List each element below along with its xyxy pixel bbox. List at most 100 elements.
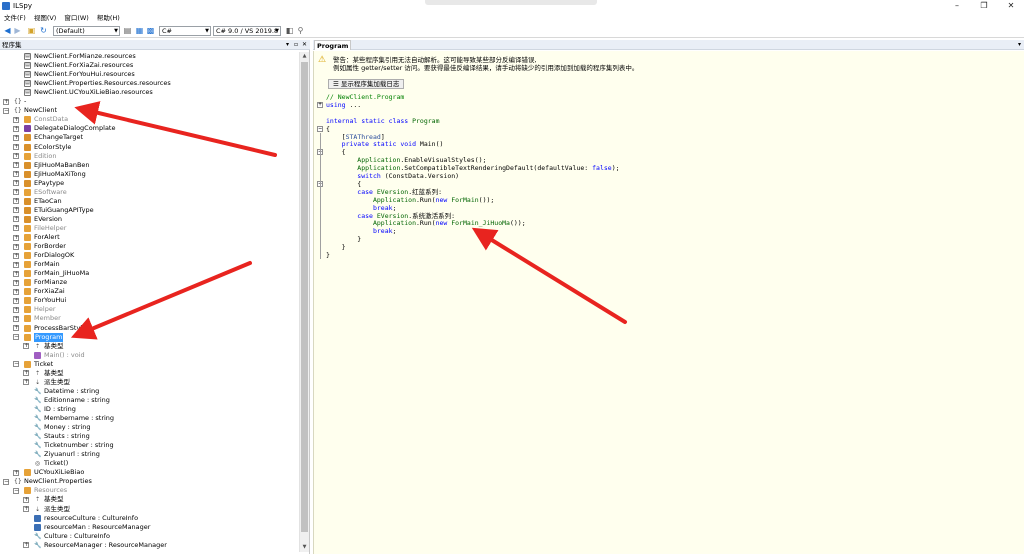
code-text[interactable]: // NewClient.Program using ... internal st…: [314, 93, 1024, 533]
expand-icon[interactable]: +: [3, 98, 9, 105]
show-internal-icon[interactable]: ▦: [135, 26, 144, 35]
tree-node[interactable]: ▤ NewClient.ForYouHui.resources: [0, 70, 299, 79]
collapse-icon[interactable]: −: [3, 107, 9, 114]
expand-icon[interactable]: +: [13, 325, 19, 331]
tree-node[interactable]: 🔧 Ziyuanurl : string: [0, 450, 299, 459]
tab-program[interactable]: Program: [314, 40, 352, 50]
menu-file[interactable]: 文件(F): [0, 12, 30, 24]
scroll-up-icon[interactable]: ▲: [300, 52, 309, 61]
expand-icon[interactable]: +: [13, 297, 19, 304]
expand-icon[interactable]: +: [23, 542, 29, 549]
tree-node[interactable]: + Member: [0, 314, 299, 323]
tree-node[interactable]: + EJiHuoMaBanBen: [0, 161, 299, 170]
tree-node[interactable]: + ConstData: [0, 115, 299, 124]
tree-node[interactable]: + DelegateDialogComplate: [0, 124, 299, 133]
tree-node[interactable]: 🔧 Datetime : string: [0, 387, 299, 396]
scroll-thumb[interactable]: [301, 62, 308, 532]
tree-node[interactable]: + ⇡ 基类型: [0, 495, 299, 504]
tree-node[interactable]: 🔧 Ticketnumber : string: [0, 441, 299, 450]
tree-node[interactable]: + EChangeTarget: [0, 133, 299, 142]
expand-icon[interactable]: +: [13, 125, 19, 132]
hide-panel-icon[interactable]: ▫: [294, 40, 298, 50]
pin-icon[interactable]: ▾: [286, 40, 289, 50]
forward-icon[interactable]: ▶: [13, 26, 22, 35]
search-icon[interactable]: ⚲: [296, 26, 305, 35]
show-all-icon[interactable]: ▩: [146, 26, 155, 35]
tree-node[interactable]: + ForBorder: [0, 242, 299, 251]
tree-node[interactable]: + ⇡ 基类型: [0, 369, 299, 378]
expand-icon[interactable]: +: [23, 496, 29, 503]
tree-node[interactable]: 🔧 Membername : string: [0, 414, 299, 423]
collapse-icon[interactable]: −: [13, 361, 19, 368]
tree-node[interactable]: 🔧 Money : string: [0, 423, 299, 432]
expand-icon[interactable]: +: [13, 234, 19, 241]
expand-icon[interactable]: +: [13, 252, 19, 259]
tree-node[interactable]: + EJiHuoMaXiTong: [0, 170, 299, 179]
expand-icon[interactable]: +: [13, 288, 19, 295]
tab-menu-icon[interactable]: ▾: [1018, 40, 1021, 50]
expand-icon[interactable]: +: [13, 279, 19, 286]
expand-icon[interactable]: +: [13, 216, 19, 223]
tree-node[interactable]: + ⇡ 基类型: [0, 342, 299, 351]
collapse-icon[interactable]: −: [13, 487, 19, 494]
assembly-list-combo[interactable]: (Default) ▼: [53, 26, 120, 36]
tree-node[interactable]: + ForXiaZai: [0, 287, 299, 296]
menu-view[interactable]: 视图(V): [30, 12, 61, 24]
close-button[interactable]: ✕: [998, 0, 1024, 12]
expand-icon[interactable]: +: [23, 379, 29, 386]
refresh-icon[interactable]: ↻: [39, 26, 48, 35]
tree-node[interactable]: + {} -: [0, 97, 299, 106]
expand-icon[interactable]: +: [13, 134, 19, 141]
show-load-log-button[interactable]: ☰ 显示程序集加载日志: [328, 79, 405, 89]
expand-icon[interactable]: +: [13, 171, 19, 178]
expand-icon[interactable]: +: [13, 153, 19, 160]
tree-node[interactable]: + EVersion: [0, 215, 299, 224]
expand-icon[interactable]: +: [13, 469, 19, 476]
expand-icon[interactable]: +: [23, 343, 29, 350]
expand-icon[interactable]: +: [13, 207, 19, 214]
tree-node[interactable]: + ForYouHui: [0, 296, 299, 305]
tree-node[interactable]: ▤ NewClient.Properties.Resources.resource…: [0, 79, 299, 88]
expand-icon[interactable]: +: [13, 116, 19, 123]
expand-icon[interactable]: +: [13, 225, 19, 232]
tree-node[interactable]: + ETuiGuangAPIType: [0, 206, 299, 215]
tree-node[interactable]: + ESoftware: [0, 188, 299, 197]
tree-node[interactable]: + ProcessBarStyle: [0, 324, 299, 333]
tree-node[interactable]: ▤ NewClient.ForXiaZai.resources: [0, 61, 299, 70]
tree-node[interactable]: + ETaoCan: [0, 197, 299, 206]
tree-node[interactable]: −{} NewClient.Properties: [0, 477, 299, 486]
minimize-button[interactable]: –: [944, 0, 970, 12]
tree-node[interactable]: 🔧 ID : string: [0, 405, 299, 414]
tree-node[interactable]: + 🔧 ResourceManager : ResourceManager: [0, 541, 299, 550]
expand-icon[interactable]: +: [13, 261, 19, 268]
expand-icon[interactable]: +: [13, 189, 19, 196]
expand-icon[interactable]: +: [13, 315, 19, 322]
tree-vertical-scrollbar[interactable]: ▲ ▼: [299, 52, 309, 552]
expand-icon[interactable]: +: [13, 306, 19, 313]
tree-node[interactable]: −{} NewClient: [0, 106, 299, 115]
language-combo[interactable]: C# ▼: [159, 26, 211, 36]
expand-icon[interactable]: +: [13, 243, 19, 250]
open-folder-icon[interactable]: ▣: [27, 26, 36, 35]
expand-icon[interactable]: +: [23, 506, 29, 512]
tree-node[interactable]: + ForMianze: [0, 278, 299, 287]
tree-node[interactable]: + ⇣ 派生类型: [0, 378, 299, 387]
tree-node[interactable]: resourceCulture : CultureInfo: [0, 514, 299, 523]
expand-icon[interactable]: +: [13, 198, 19, 205]
tree-node[interactable]: ▤ NewClient.UCYouXiLieBiao.resources: [0, 88, 299, 97]
tree-node[interactable]: − Program: [0, 332, 299, 342]
tree-node[interactable]: + Edition: [0, 152, 299, 161]
menu-help[interactable]: 帮助(H): [93, 12, 124, 24]
tree-node[interactable]: + ForMain: [0, 260, 299, 269]
tree-node[interactable]: + Helper: [0, 305, 299, 314]
expand-icon[interactable]: +: [13, 144, 19, 150]
assembly-tree[interactable]: ▤ NewClient.ForMianze.resources ▤ NewClient…: [0, 52, 299, 552]
tree-node[interactable]: resourceMan : ResourceManager: [0, 523, 299, 532]
tree-node[interactable]: 🔧 Culture : CultureInfo: [0, 532, 299, 541]
tree-node[interactable]: + ForDialogOK: [0, 251, 299, 260]
tree-node[interactable]: + ForMain_JiHuoMa: [0, 269, 299, 278]
tree-node[interactable]: + EColorStyle: [0, 143, 299, 152]
code-view[interactable]: ⚠ 警告：某些程序集引用无法自动解析。这可能导致某些部分反编译错误, 例如属性 …: [313, 51, 1024, 554]
menu-window[interactable]: 窗口(W): [60, 12, 93, 24]
collapse-icon[interactable]: −: [3, 478, 9, 485]
